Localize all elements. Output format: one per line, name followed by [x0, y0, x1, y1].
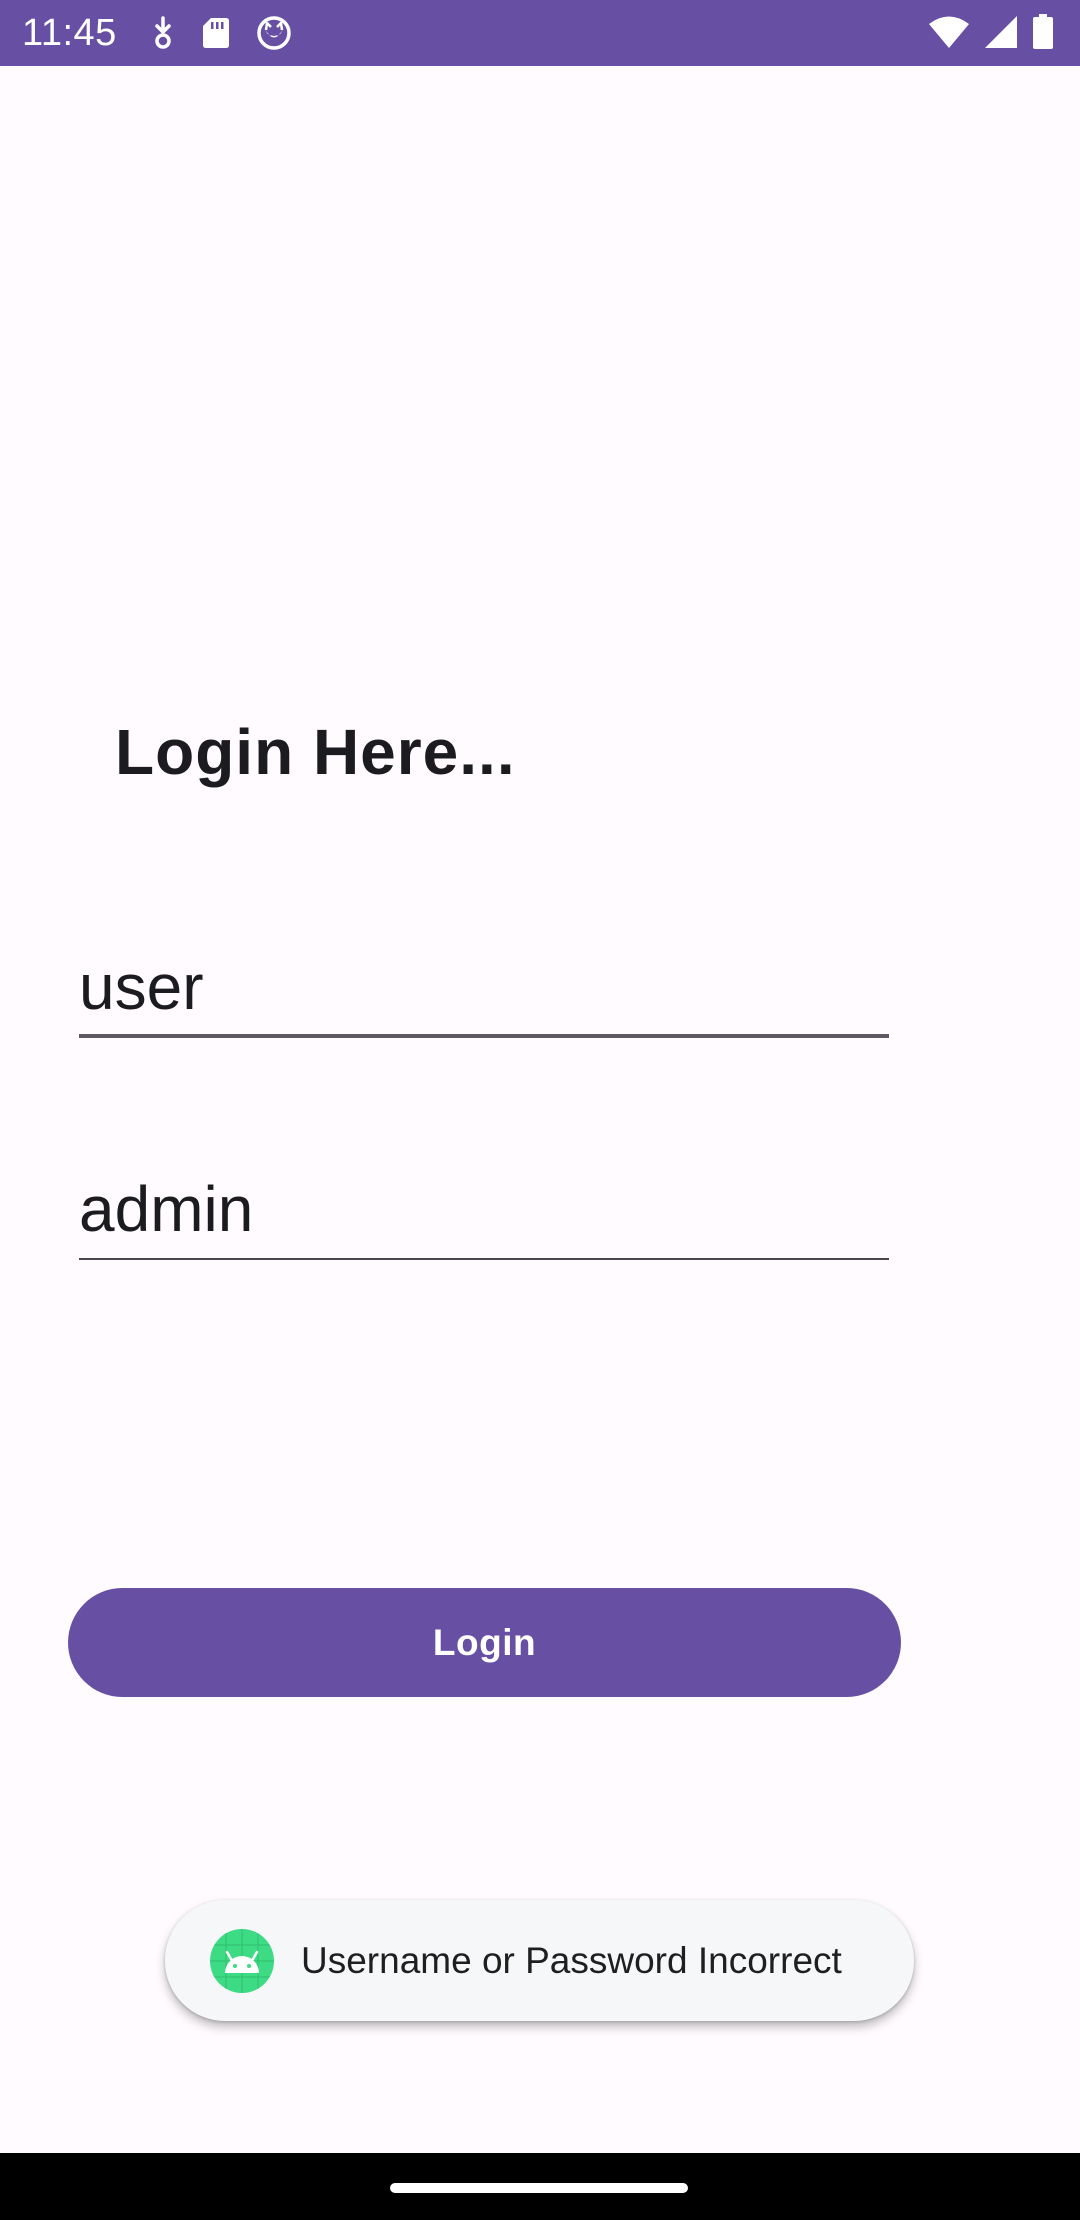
battery-icon	[1032, 14, 1054, 50]
password-field[interactable]	[79, 1169, 889, 1249]
home-handle[interactable]	[390, 2183, 688, 2193]
cell-signal-icon	[984, 15, 1018, 49]
username-field[interactable]	[79, 947, 889, 1027]
status-notification-icons	[150, 15, 292, 51]
password-underline	[79, 1258, 889, 1260]
toast-text: Username or Password Incorrect	[301, 1940, 842, 1981]
toast-message: Username or Password Incorrect	[165, 1900, 914, 2021]
download-icon	[150, 16, 176, 50]
wifi-icon	[928, 15, 970, 49]
android-icon	[210, 1929, 274, 1993]
status-time: 11:45	[22, 12, 117, 54]
sd-card-icon	[202, 16, 230, 50]
login-button[interactable]: Login	[68, 1588, 901, 1697]
username-underline	[79, 1034, 889, 1038]
cat-face-icon	[256, 15, 292, 51]
username-field-container	[79, 947, 889, 1038]
status-bar: 11:45	[0, 0, 1080, 66]
password-field-container	[79, 1169, 889, 1260]
page-title: Login Here...	[115, 716, 516, 788]
status-system-icons	[928, 14, 1054, 50]
